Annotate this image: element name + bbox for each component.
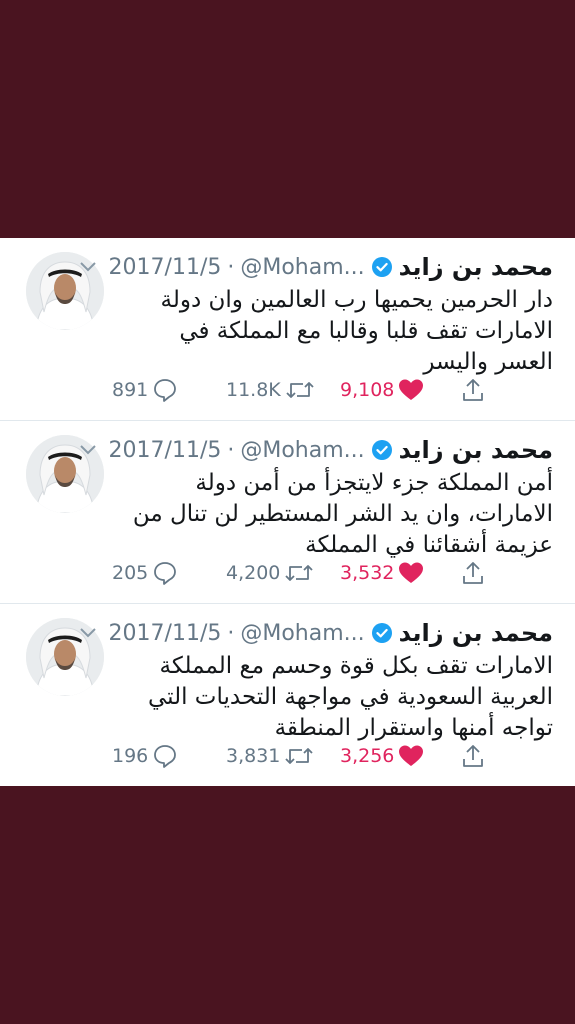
- share-button[interactable]: [460, 372, 486, 408]
- chevron-down-icon[interactable]: [77, 439, 99, 461]
- author-handle[interactable]: @Moham...: [240, 621, 364, 646]
- tweet-text: أمن المملكة جزء لايتجزأ من أمن دولة الام…: [132, 470, 553, 558]
- share-button[interactable]: [460, 555, 486, 591]
- reply-count: 891: [112, 379, 149, 401]
- verified-badge-icon: [371, 439, 393, 461]
- reply-count: 205: [112, 562, 149, 584]
- heart-icon: [399, 562, 424, 583]
- heart-icon: [399, 745, 424, 766]
- tweet-date[interactable]: 2017/11/5: [109, 621, 222, 646]
- tweet-actions: 196 3,831 3,256: [108, 738, 498, 774]
- heart-icon: [399, 379, 424, 400]
- tweet-text: الامارات تقف بكل قوة وحسم مع المملكة الع…: [147, 653, 553, 741]
- author-name[interactable]: محمد بن زايد: [399, 619, 553, 647]
- separator-dot: ·: [227, 620, 235, 646]
- retweet-count: 3,831: [226, 745, 281, 767]
- verified-badge-icon: [371, 256, 393, 278]
- tweet-date[interactable]: 2017/11/5: [109, 255, 222, 280]
- tweet-actions: 891 11.8K 9,108: [108, 372, 498, 408]
- separator-dot: ·: [227, 437, 235, 463]
- author-name[interactable]: محمد بن زايد: [399, 436, 553, 464]
- share-icon: [463, 562, 483, 584]
- like-button[interactable]: 3,256: [340, 738, 424, 774]
- retweet-icon: [285, 565, 314, 581]
- reply-icon: [154, 745, 177, 768]
- retweet-count: 11.8K: [226, 379, 281, 401]
- share-icon: [463, 745, 483, 767]
- chevron-down-icon[interactable]: [77, 256, 99, 278]
- share-icon: [463, 379, 483, 401]
- tweet-header: محمد بن زايد @Moham... · 2017/11/5: [77, 250, 553, 284]
- verified-badge-icon: [371, 622, 393, 644]
- tweet[interactable]: محمد بن زايد @Moham... · 2017/11/5 الاما…: [0, 604, 575, 786]
- like-count: 3,532: [340, 562, 395, 584]
- separator-dot: ·: [227, 254, 235, 280]
- author-handle[interactable]: @Moham...: [240, 438, 364, 463]
- chevron-down-icon[interactable]: [77, 622, 99, 644]
- tweet[interactable]: محمد بن زايد @Moham... · 2017/11/5 دار ا…: [0, 238, 575, 421]
- reply-count: 196: [112, 745, 149, 767]
- reply-button[interactable]: 205: [112, 555, 178, 591]
- retweet-icon: [285, 748, 314, 764]
- tweet-header: محمد بن زايد @Moham... · 2017/11/5: [77, 433, 553, 467]
- reply-button[interactable]: 891: [112, 372, 178, 408]
- tweet-feed: محمد بن زايد @Moham... · 2017/11/5 دار ا…: [0, 238, 575, 786]
- share-button[interactable]: [460, 738, 486, 774]
- reply-icon: [154, 562, 177, 585]
- like-button[interactable]: 3,532: [340, 555, 424, 591]
- tweet-text: دار الحرمين يحميها رب العالمين وان دولة …: [160, 287, 554, 375]
- like-count: 3,256: [340, 745, 395, 767]
- tweet-date[interactable]: 2017/11/5: [109, 438, 222, 463]
- reply-icon: [154, 379, 177, 402]
- reply-button[interactable]: 196: [112, 738, 178, 774]
- tweet-header: محمد بن زايد @Moham... · 2017/11/5: [77, 616, 553, 650]
- retweet-count: 4,200: [226, 562, 281, 584]
- retweet-icon: [286, 382, 314, 398]
- retweet-button[interactable]: 3,831: [226, 738, 314, 774]
- retweet-button[interactable]: 11.8K: [226, 372, 315, 408]
- like-button[interactable]: 9,108: [340, 372, 424, 408]
- like-count: 9,108: [340, 379, 395, 401]
- author-name[interactable]: محمد بن زايد: [399, 253, 553, 281]
- tweet[interactable]: محمد بن زايد @Moham... · 2017/11/5 أمن ا…: [0, 421, 575, 604]
- retweet-button[interactable]: 4,200: [226, 555, 314, 591]
- tweet-actions: 205 4,200 3,532: [108, 555, 498, 591]
- author-handle[interactable]: @Moham...: [240, 255, 364, 280]
